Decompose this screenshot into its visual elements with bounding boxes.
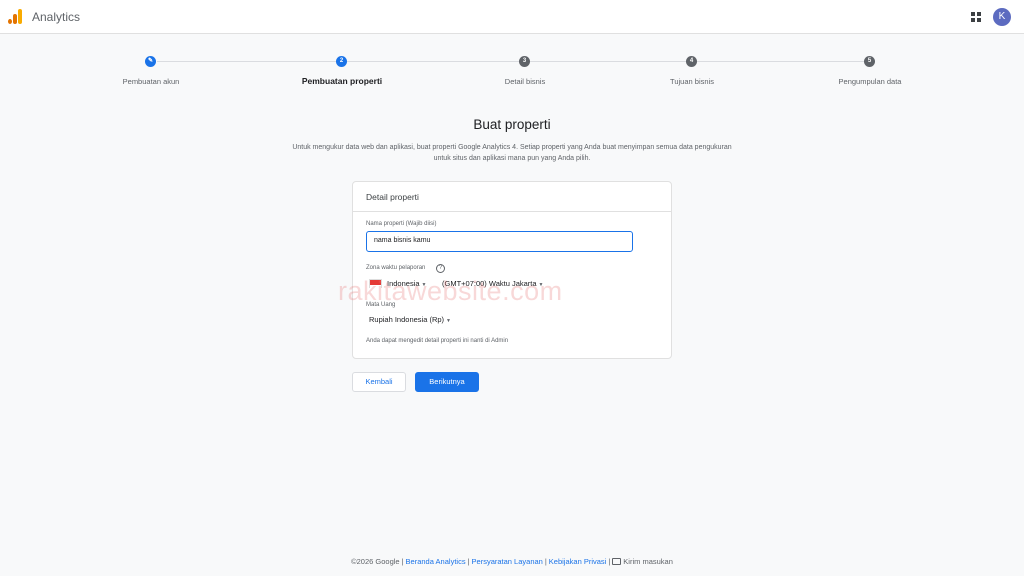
footer-link-analytics-home[interactable]: Beranda Analytics bbox=[406, 557, 466, 566]
help-icon[interactable]: ? bbox=[436, 264, 445, 273]
currency-value: Rupiah Indonesia (Rp) bbox=[369, 315, 445, 324]
timezone-label: Zona waktu pelaporan bbox=[366, 265, 426, 271]
page-description: Untuk mengukur data web dan aplikasi, bu… bbox=[292, 144, 732, 162]
step-2-label: Pembuatan properti bbox=[301, 76, 383, 86]
app-title[interactable]: Analytics bbox=[32, 10, 80, 24]
card-note: Anda dapat mengedit detail properti ini … bbox=[366, 338, 509, 344]
footer: ©2026 Google | Beranda Analytics | Persyarat… bbox=[351, 557, 673, 566]
step-3-label: Detail bisnis bbox=[504, 77, 546, 86]
step-3-indicator: 3 bbox=[519, 56, 530, 67]
feedback-link[interactable]: Kirim masukan bbox=[612, 557, 673, 566]
card-divider bbox=[353, 211, 671, 212]
next-button[interactable]: Berikutnya bbox=[415, 372, 479, 392]
chevron-down-icon: ▼ bbox=[446, 318, 451, 324]
property-name-label: Nama properti (Wajib diisi) bbox=[366, 221, 437, 227]
step-connector bbox=[530, 61, 691, 62]
watermark: rakitawebsite.com bbox=[338, 276, 563, 306]
step-2-indicator: 2 bbox=[336, 56, 347, 67]
copyright-text: ©2026 Google bbox=[351, 557, 400, 566]
property-details-card: Detail properti Nama properti (Wajib dii… bbox=[352, 181, 672, 359]
footer-link-privacy[interactable]: Kebijakan Privasi bbox=[549, 557, 607, 566]
step-1-label[interactable]: Pembuatan akun bbox=[123, 77, 180, 86]
step-5-label: Pengumpulan data bbox=[838, 77, 902, 86]
currency-dropdown[interactable]: Rupiah Indonesia (Rp) ▼ bbox=[369, 315, 451, 324]
analytics-logo-icon[interactable] bbox=[8, 9, 22, 24]
avatar[interactable]: K bbox=[993, 8, 1011, 26]
step-1-edit-icon[interactable]: ✎ bbox=[145, 56, 156, 67]
step-4-label: Tujuan bisnis bbox=[670, 77, 714, 86]
apps-grid-icon[interactable] bbox=[971, 12, 982, 23]
feedback-icon bbox=[612, 558, 622, 565]
back-button[interactable]: Kembali bbox=[352, 372, 406, 392]
card-title: Detail properti bbox=[366, 192, 419, 202]
property-name-input[interactable]: nama bisnis kamu bbox=[366, 231, 633, 252]
top-app-bar: Analytics K bbox=[0, 0, 1024, 34]
footer-link-terms[interactable]: Persyaratan Layanan bbox=[472, 557, 543, 566]
step-connector bbox=[157, 61, 341, 62]
step-connector bbox=[347, 61, 524, 62]
step-connector bbox=[697, 61, 869, 62]
page-title: Buat properti bbox=[473, 117, 551, 132]
feedback-label: Kirim masukan bbox=[623, 557, 673, 566]
step-5-indicator: 5 bbox=[864, 56, 875, 67]
step-4-indicator: 4 bbox=[686, 56, 697, 67]
